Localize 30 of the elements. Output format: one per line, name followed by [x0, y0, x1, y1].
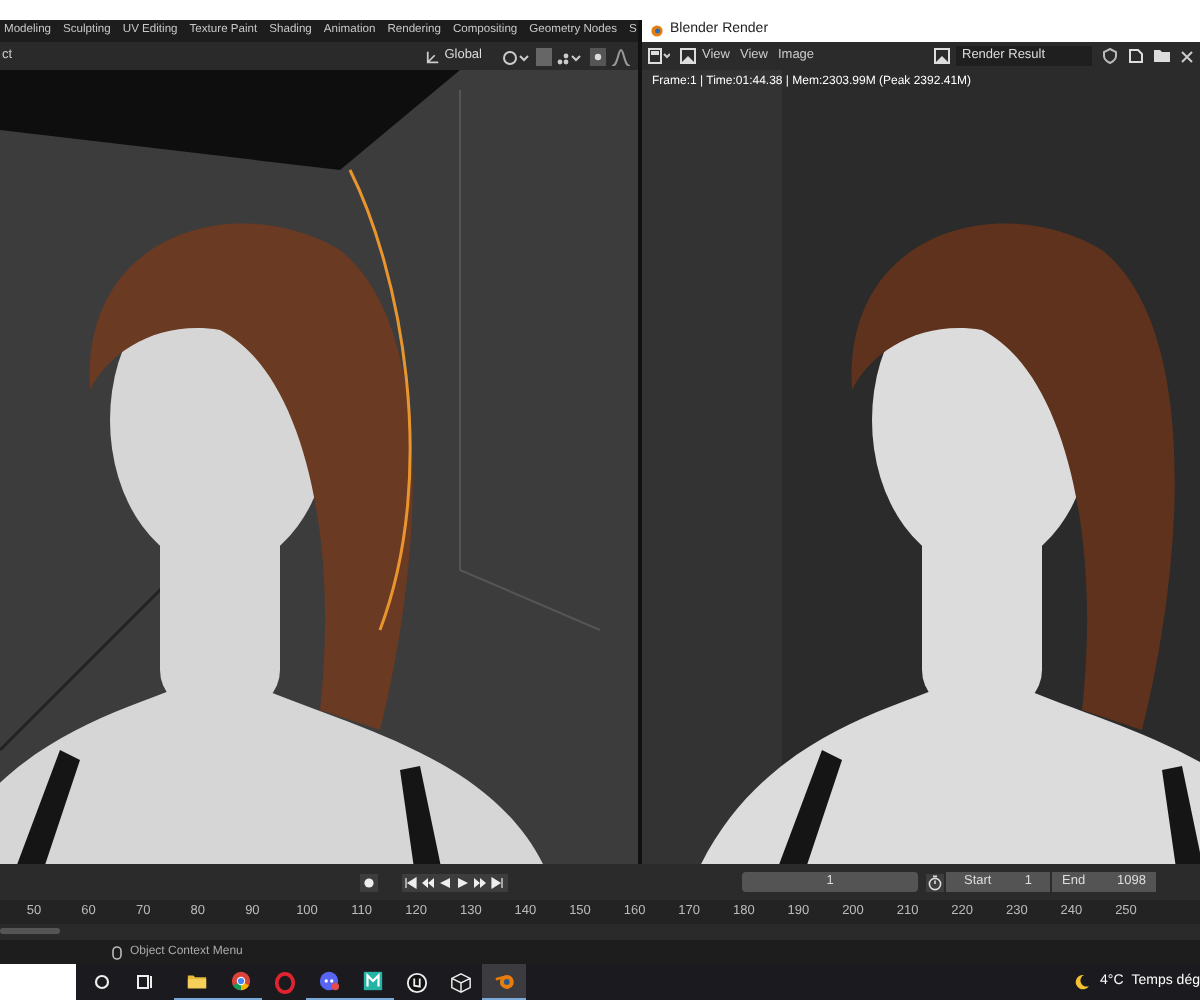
- axes-icon: [426, 49, 441, 63]
- folder-icon: [185, 970, 207, 992]
- tile-icon: [361, 970, 383, 992]
- falloff-icon[interactable]: [612, 47, 630, 65]
- editor-type-icon[interactable]: [648, 48, 670, 64]
- ring-icon: [273, 971, 295, 993]
- image-icon[interactable]: [680, 48, 696, 64]
- playback-controls-drawing[interactable]: [402, 873, 508, 891]
- chrome-icon: [229, 970, 251, 992]
- cube-icon: [449, 971, 471, 993]
- shield-icon[interactable]: [1102, 48, 1118, 64]
- stopwatch-icon[interactable]: [926, 873, 944, 891]
- mouse-icon: [112, 945, 122, 959]
- snap-toggle-icon[interactable]: [536, 47, 552, 65]
- blender-logo-icon: [650, 24, 664, 38]
- snap-icon[interactable]: [502, 47, 530, 65]
- blender-icon: [493, 970, 515, 992]
- close-icon[interactable]: [1180, 49, 1194, 63]
- moon-icon: [1074, 974, 1090, 990]
- task-view-icon[interactable]: [136, 974, 154, 990]
- image-icon[interactable]: [934, 48, 950, 64]
- scrollbar[interactable]: [0, 928, 60, 934]
- copy-icon[interactable]: [1128, 48, 1144, 64]
- circle-logo-icon: [405, 971, 427, 993]
- record-button[interactable]: [360, 873, 378, 891]
- search-circle-icon[interactable]: [94, 974, 110, 990]
- search-field[interactable]: [0, 964, 76, 1000]
- proportional-edit-icon[interactable]: [590, 47, 606, 65]
- chat-icon: [317, 970, 339, 992]
- folder-icon[interactable]: [1154, 48, 1170, 64]
